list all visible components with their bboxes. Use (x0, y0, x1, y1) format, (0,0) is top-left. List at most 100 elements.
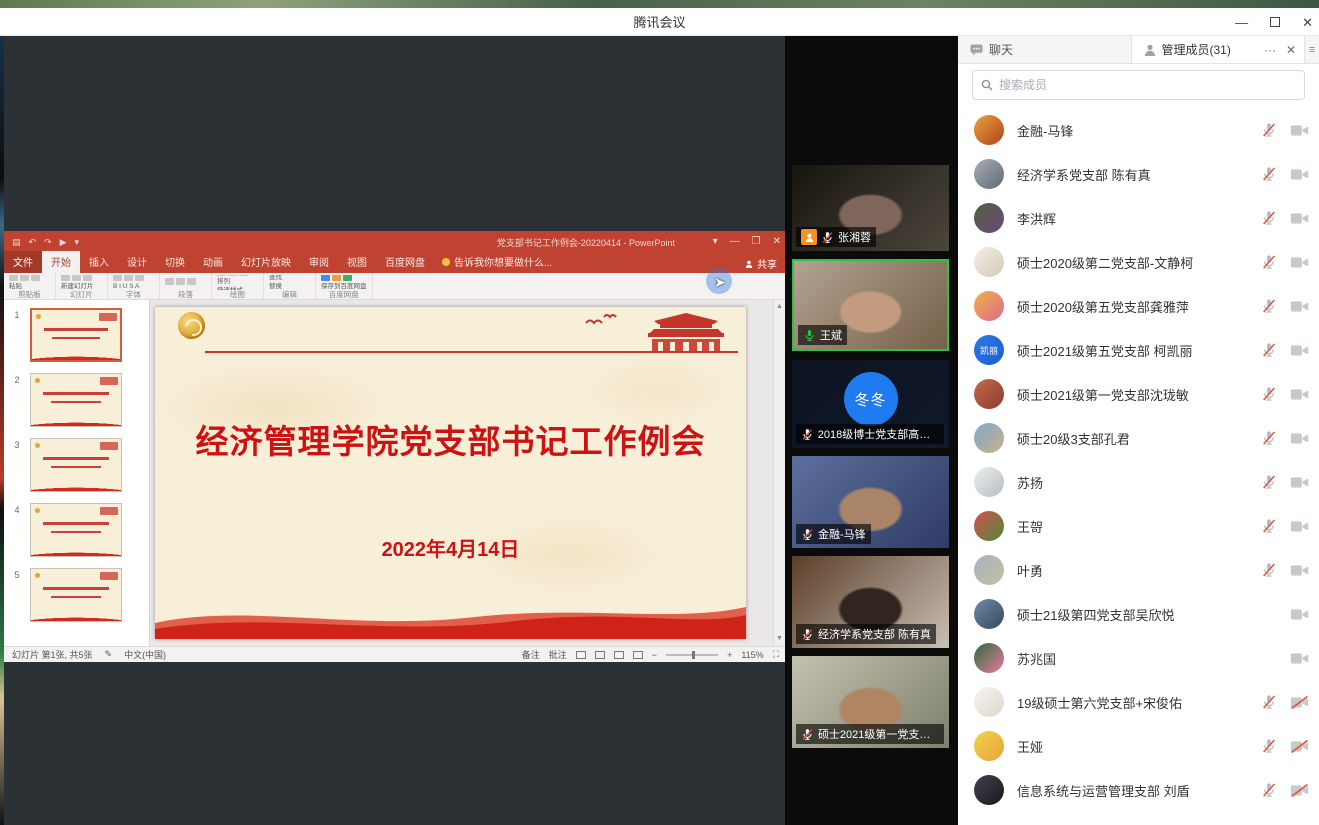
member-row[interactable]: 金融-马锋 (958, 108, 1319, 152)
mic-muted-icon[interactable] (1261, 518, 1277, 534)
mic-muted-icon[interactable] (1261, 122, 1277, 138)
ribbon-group[interactable]: 查找替换选择 编辑 (264, 273, 316, 299)
member-row[interactable]: 信息系统与运营管理支部 刘盾 (958, 768, 1319, 812)
ppt-tellme-box[interactable]: 告诉我你想要做什么... (434, 251, 560, 273)
video-tile[interactable]: 张湘蓉 (792, 165, 949, 251)
camera-icon[interactable] (1290, 255, 1309, 270)
mic-muted-icon[interactable] (1261, 254, 1277, 270)
ppt-tab[interactable]: 动画 (194, 251, 232, 273)
member-row[interactable]: 凯丽 硕士2021级第五党支部 柯凯丽 (958, 328, 1319, 372)
comments-button[interactable]: 批注 (549, 648, 567, 661)
meeting-titlebar[interactable]: 腾讯会议 — ✕ (0, 8, 1319, 36)
member-row[interactable]: 叶勇 (958, 548, 1319, 592)
camera-icon[interactable] (1290, 167, 1309, 182)
ribbon-group[interactable]: 段落 (160, 273, 212, 299)
camera-icon[interactable] (1290, 299, 1309, 314)
more-options-icon[interactable]: ··· (1264, 43, 1276, 57)
mic-muted-icon[interactable] (1261, 738, 1277, 754)
member-search-box[interactable] (972, 70, 1305, 100)
ppt-tab[interactable]: 切换 (156, 251, 194, 273)
zoom-slider[interactable] (666, 654, 718, 656)
fit-window-icon[interactable]: ⛶ (773, 649, 779, 660)
ppt-tab[interactable]: 设计 (118, 251, 156, 273)
slide-thumb-panel[interactable]: 1 2 3 4 5 (4, 300, 150, 646)
ribbon-group[interactable]: B I U S A 字体 (108, 273, 160, 299)
mic-muted-icon[interactable] (1261, 386, 1277, 402)
mic-muted-icon[interactable] (1261, 298, 1277, 314)
camera-icon[interactable] (1290, 387, 1309, 402)
ppt-maximize-button[interactable]: ❐ (752, 237, 761, 247)
mic-muted-icon[interactable] (1261, 694, 1277, 710)
member-row[interactable]: 19级硕士第六党支部+宋俊佑 (958, 680, 1319, 724)
ppt-scrollbar[interactable]: ▲ ▼ (773, 300, 785, 646)
slide-thumb-row[interactable]: 4 (4, 503, 149, 557)
member-row[interactable]: 硕士2020级第五党支部龚雅萍 (958, 284, 1319, 328)
video-tile[interactable]: 经济学系党支部 陈有真 (792, 556, 949, 648)
tab-manage-members[interactable]: 管理成员(31) ··· ✕ (1132, 36, 1306, 63)
reading-view-icon[interactable] (614, 651, 624, 659)
zoom-in-button[interactable]: + (727, 650, 732, 660)
camera-icon[interactable] (1290, 519, 1309, 534)
slide-thumbnail[interactable] (30, 438, 122, 492)
tab-chat[interactable]: 聊天 (958, 36, 1132, 63)
minimize-button[interactable]: — (1235, 16, 1248, 29)
mic-muted-icon[interactable] (1261, 166, 1277, 182)
ppt-close-button[interactable]: ✕ (773, 237, 781, 247)
member-row[interactable]: 李洪辉 (958, 196, 1319, 240)
member-row[interactable]: 王哿 (958, 504, 1319, 548)
ribbon-group[interactable]: 排列快速样式 绘图 (212, 273, 264, 299)
member-row[interactable]: 硕士20级3支部孔君 (958, 416, 1319, 460)
video-tile[interactable]: 王斌 (792, 259, 949, 351)
member-row[interactable]: 经济学系党支部 陈有真 (958, 152, 1319, 196)
ppt-tab[interactable]: 文件 (4, 251, 42, 273)
member-search-input[interactable] (999, 78, 1304, 92)
ppt-tab[interactable]: 开始 (42, 251, 80, 273)
ppt-tab[interactable]: 幻灯片放映 (232, 251, 300, 273)
member-list[interactable]: 金融-马锋 经济学系党支部 陈有真 (958, 108, 1319, 825)
camera-icon[interactable] (1290, 211, 1309, 226)
ppt-tab[interactable]: 审阅 (300, 251, 338, 273)
mic-muted-icon[interactable] (1261, 474, 1277, 490)
video-tile[interactable]: 硕士2021级第一党支部... (792, 656, 949, 748)
slide-thumb-row[interactable]: 5 (4, 568, 149, 622)
ppt-minimize-button[interactable]: — (730, 237, 740, 247)
member-row[interactable]: 王娅 (958, 724, 1319, 768)
camera-icon[interactable] (1290, 739, 1309, 754)
ribbon-group[interactable]: 保存到百度网盘 百度网盘 (316, 273, 373, 299)
member-row[interactable]: 硕士2020级第二党支部-文静柯 (958, 240, 1319, 284)
slide-thumb-row[interactable]: 2 (4, 373, 149, 427)
panel-menu-icon[interactable]: ≡ (1305, 36, 1319, 63)
slide-canvas[interactable]: 经济管理学院党支部书记工作例会 2022年4月14日 ▲ ▼ (150, 300, 785, 646)
video-tile[interactable]: 金融-马锋 (792, 456, 949, 548)
ppt-tab[interactable]: 插入 (80, 251, 118, 273)
ppt-tab[interactable]: 百度网盘 (376, 251, 434, 273)
language-status[interactable]: 中文(中国) (124, 648, 166, 661)
slide-thumbnail[interactable] (30, 568, 122, 622)
video-tile[interactable]: 冬冬 2018级博士党支部高冬冬 (792, 360, 949, 448)
mic-muted-icon[interactable] (1261, 782, 1277, 798)
scroll-up-icon[interactable]: ▲ (776, 302, 783, 312)
slide-thumbnail[interactable] (30, 308, 122, 362)
maximize-button[interactable] (1270, 17, 1280, 27)
mic-muted-icon[interactable] (1261, 342, 1277, 358)
slide-thumbnail[interactable] (30, 503, 122, 557)
camera-icon[interactable] (1290, 651, 1309, 666)
slide-thumbnail[interactable] (30, 373, 122, 427)
zoom-out-button[interactable]: − (652, 650, 657, 660)
ribbon-group[interactable]: 粘贴 剪贴板 (4, 273, 56, 299)
notes-button[interactable]: 备注 (522, 648, 540, 661)
normal-view-icon[interactable] (576, 651, 586, 659)
mic-muted-icon[interactable] (1261, 210, 1277, 226)
member-row[interactable]: 硕士21级第四党支部吴欣悦 (958, 592, 1319, 636)
camera-icon[interactable] (1290, 695, 1309, 710)
camera-icon[interactable] (1290, 607, 1309, 622)
ppt-share-button[interactable]: 共享 (745, 256, 777, 271)
camera-icon[interactable] (1290, 343, 1309, 358)
mic-muted-icon[interactable] (1261, 430, 1277, 446)
sorter-view-icon[interactable] (595, 651, 605, 659)
member-row[interactable]: 苏兆国 (958, 636, 1319, 680)
zoom-level[interactable]: 115% (741, 650, 763, 660)
ribbon-group[interactable]: 新建幻灯片 幻灯片 (56, 273, 108, 299)
slideshow-view-icon[interactable] (633, 651, 643, 659)
slide-thumb-row[interactable]: 1 (4, 308, 149, 362)
